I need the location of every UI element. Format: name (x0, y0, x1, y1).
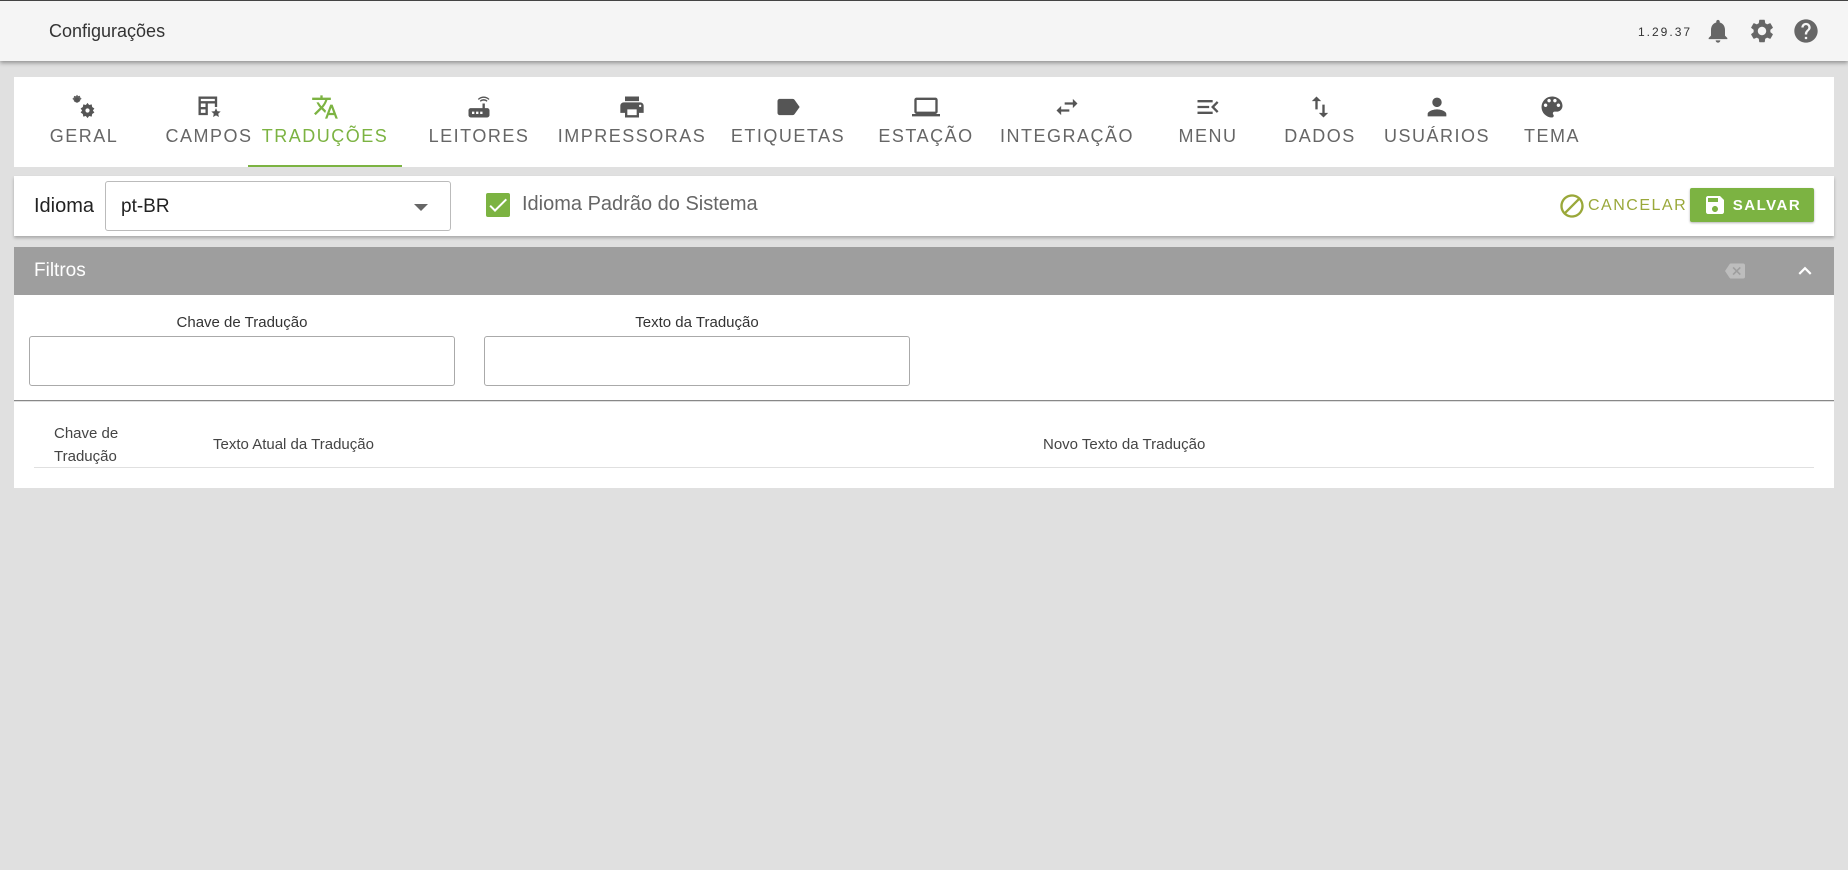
column-header-new-text[interactable]: Novo Texto da Tradução (1043, 433, 1205, 456)
default-language-checkbox[interactable] (486, 193, 510, 217)
translation-key-filter-label: Chave de Tradução (176, 314, 308, 331)
label-icon (774, 93, 802, 121)
gear-icon[interactable] (1748, 17, 1776, 45)
block-icon (1560, 194, 1584, 218)
tab-label: MENU (1178, 126, 1238, 146)
cancel-button[interactable]: CANCELAR (1558, 190, 1687, 222)
language-label: Idioma (34, 195, 95, 217)
tab-menu[interactable]: MENU (1158, 77, 1258, 167)
save-icon (1705, 196, 1724, 214)
check-icon (489, 198, 507, 212)
table-star-icon (195, 93, 223, 121)
tab-traducoes[interactable]: TRADUÇÕES (248, 77, 402, 167)
menu-open-icon (1194, 93, 1222, 121)
tab-label: TEMA (1523, 126, 1580, 146)
column-header-current-text[interactable]: Texto Atual da Tradução (213, 433, 374, 456)
language-select[interactable]: pt-BR (105, 181, 451, 231)
tab-leitores[interactable]: LEITORES (414, 77, 544, 167)
laptop-icon (912, 93, 940, 121)
person-icon (1423, 93, 1451, 121)
tab-label: GERAL (49, 126, 119, 146)
language-bar: Idioma pt-BR Idioma Padrão do Sistema CA… (14, 176, 1834, 236)
filters-body: Chave de Tradução Texto da Tradução (14, 295, 1834, 401)
save-button-label: SALVAR (1732, 196, 1802, 214)
tab-label: ESTAÇÃO (878, 126, 974, 146)
chevron-up-icon[interactable] (1792, 258, 1818, 284)
translation-key-filter-input[interactable] (29, 336, 455, 386)
tab-label: USUÁRIOS (1383, 126, 1491, 146)
settings-tabs: GERAL CAMPOS TRADUÇÕES LEITORES IMPRESSO… (14, 77, 1834, 167)
cancel-button-label: CANCELAR (1588, 197, 1688, 214)
router-icon (465, 93, 493, 121)
bell-icon[interactable] (1704, 17, 1732, 45)
translation-text-filter-label: Texto da Tradução (635, 314, 759, 331)
filters-title: Filtros (34, 260, 86, 281)
tab-geral[interactable]: GERAL (34, 77, 134, 167)
tab-usuarios[interactable]: USUÁRIOS (1374, 77, 1500, 167)
swap-arrows-icon (1053, 93, 1081, 121)
tab-dados[interactable]: DADOS (1270, 77, 1370, 167)
tab-tema[interactable]: TEMA (1512, 77, 1592, 167)
palette-icon (1538, 93, 1566, 121)
backspace-clear-icon[interactable] (1724, 261, 1746, 281)
top-bar: Configurações 1.29.37 (0, 0, 1848, 61)
settings-gears-icon (70, 93, 98, 121)
tab-impressoras[interactable]: IMPRESSORAS (548, 77, 716, 167)
translations-table: Chave de Tradução Texto Atual da Traduçã… (14, 402, 1834, 488)
default-language-label: Idioma Padrão do Sistema (522, 193, 758, 215)
tab-label: IMPRESSORAS (557, 126, 707, 146)
printer-icon (618, 93, 646, 121)
version-label: 1.29.37 (1638, 25, 1693, 39)
page-title: Configurações (49, 21, 166, 41)
translation-text-filter-input[interactable] (484, 336, 910, 386)
tab-label: ETIQUETAS (730, 126, 846, 146)
filters-header: Filtros (14, 247, 1834, 295)
help-icon[interactable] (1792, 17, 1820, 45)
save-button[interactable]: SALVAR (1690, 188, 1814, 222)
import-export-icon (1306, 93, 1334, 121)
tab-label: TRADUÇÕES (261, 126, 389, 146)
tab-label: DADOS (1284, 126, 1356, 146)
table-header-divider (34, 467, 1814, 468)
translate-icon (311, 93, 339, 121)
tab-integracao[interactable]: INTEGRAÇÃO (994, 77, 1140, 167)
language-select-value: pt-BR (121, 196, 170, 217)
column-header-key[interactable]: Chave de Tradução (54, 422, 144, 468)
chevron-down-icon (414, 204, 428, 211)
tab-etiquetas[interactable]: ETIQUETAS (718, 77, 858, 167)
tab-label: INTEGRAÇÃO (999, 126, 1134, 146)
tab-label: LEITORES (428, 126, 530, 146)
tab-estacao[interactable]: ESTAÇÃO (862, 77, 990, 167)
